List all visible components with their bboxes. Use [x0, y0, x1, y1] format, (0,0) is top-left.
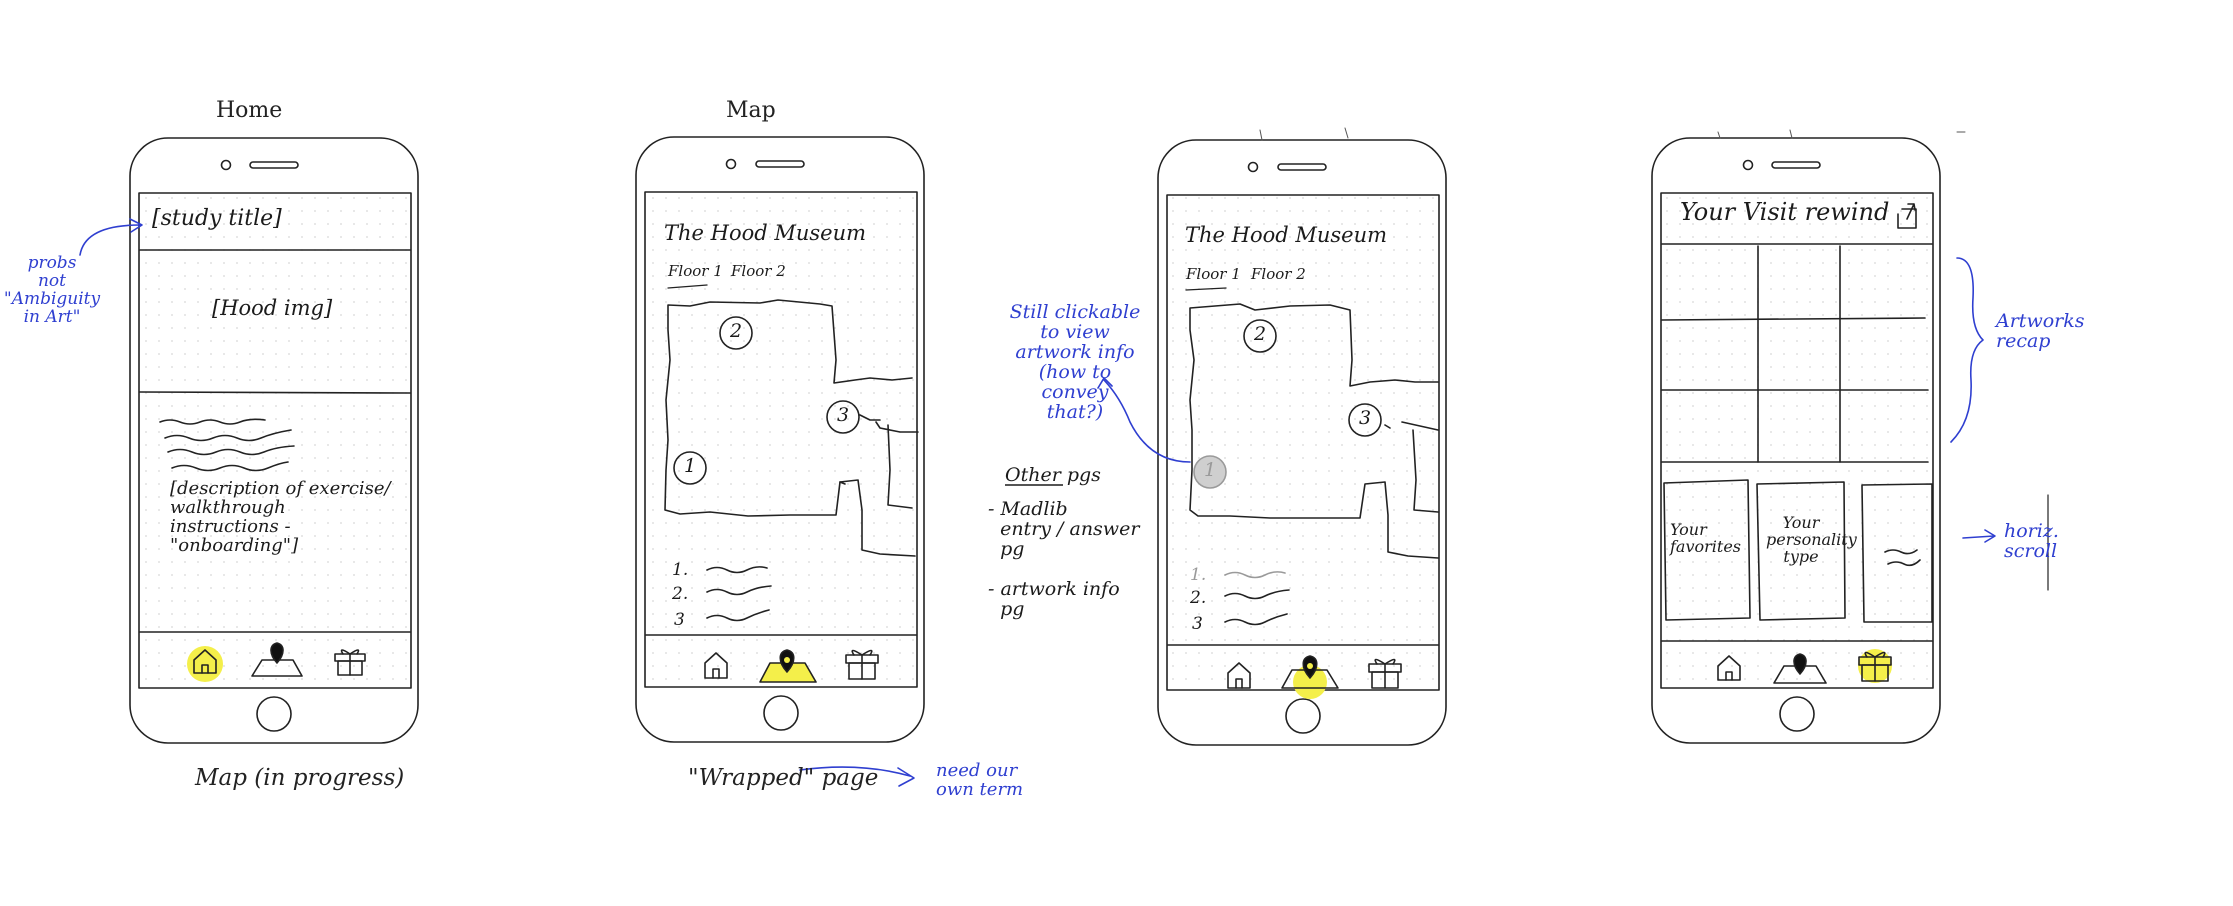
- stray-mark: [1717, 129, 1966, 139]
- phone-home-button-icon: [256, 696, 292, 732]
- stop-label: 3: [836, 404, 850, 426]
- museum-title: The Hood Museum: [664, 221, 867, 245]
- annotation-still-clickable: Still clickable to view artwork info (ho…: [1009, 301, 1141, 423]
- phone-home-button-icon: [1779, 696, 1815, 732]
- phone-screen: [1660, 192, 1934, 689]
- phone-camera-icon: [1247, 161, 1259, 173]
- hood-image-placeholder: [Hood img]: [212, 296, 333, 320]
- list-number: 2.: [1190, 588, 1207, 608]
- visit-rewind-title: Your Visit rewind: [1680, 198, 1890, 226]
- phone-camera-icon: [725, 158, 737, 170]
- phone-speaker-icon: [1771, 161, 1821, 169]
- phone-speaker-icon: [755, 160, 805, 168]
- list-number-visited: 1.: [1190, 565, 1207, 585]
- phone-speaker-icon: [1277, 163, 1327, 171]
- stop-label-visited: 1: [1203, 459, 1217, 481]
- card-personality-label: Your personality type: [1766, 513, 1857, 566]
- tab-floor-1[interactable]: Floor 1: [1186, 266, 1241, 283]
- tab-floor-1[interactable]: Floor 1: [668, 263, 723, 280]
- other-pages-list: - Madlib entry / answer pg - artwork inf…: [988, 498, 1140, 620]
- image-divider: [139, 391, 411, 394]
- list-number: 3: [1192, 614, 1203, 634]
- annotation-horiz-scroll: horiz. scroll: [2004, 520, 2059, 562]
- active-tab-highlight: [187, 646, 223, 682]
- phone-home-button-icon: [1285, 698, 1321, 734]
- phone-camera-icon: [220, 159, 232, 171]
- phone-map-in-progress: [1157, 127, 1447, 746]
- description-placeholder: [description of exercise/ walkthrough in…: [170, 478, 391, 556]
- card-favorites-label: Your favorites: [1670, 520, 1742, 556]
- phone-speaker-icon: [249, 161, 299, 169]
- study-title-placeholder: [study title]: [152, 206, 282, 231]
- brace-artworks: [1950, 257, 1984, 443]
- stop-label: 1: [683, 455, 697, 477]
- stop-label: 2: [729, 320, 743, 342]
- annotation-artworks-recap: Artworks recap: [1996, 310, 2085, 352]
- arrow-horiz-scroll: [1962, 535, 1995, 539]
- annotation-need-own-term: need our own term: [936, 760, 1024, 800]
- arrow-probs-not: [79, 224, 141, 256]
- phone-camera-icon: [1742, 159, 1754, 171]
- frame-label-wrapped: "Wrapped" page: [688, 765, 879, 791]
- stray-mark: [1259, 127, 1349, 141]
- frame-label-map-in-progress: Map (in progress): [195, 765, 405, 791]
- stop-label: 2: [1253, 323, 1267, 345]
- annotation-probs-not: probs not "Ambiguity in Art": [3, 253, 101, 327]
- frame-label-home: Home: [216, 98, 283, 123]
- museum-title: The Hood Museum: [1185, 223, 1388, 247]
- other-pages-heading: Other pgs: [1005, 464, 1101, 486]
- arrowhead: [897, 767, 915, 787]
- list-number: 2.: [672, 584, 689, 604]
- tab-floor-2[interactable]: Floor 2: [731, 263, 786, 280]
- list-number: 3: [674, 610, 685, 630]
- tab-floor-2[interactable]: Floor 2: [1251, 266, 1306, 283]
- phone-home-button-icon: [763, 695, 799, 731]
- list-number: 1.: [672, 560, 689, 580]
- phone-screen: [138, 192, 412, 689]
- stop-label: 3: [1358, 407, 1372, 429]
- frame-label-map: Map: [726, 98, 776, 123]
